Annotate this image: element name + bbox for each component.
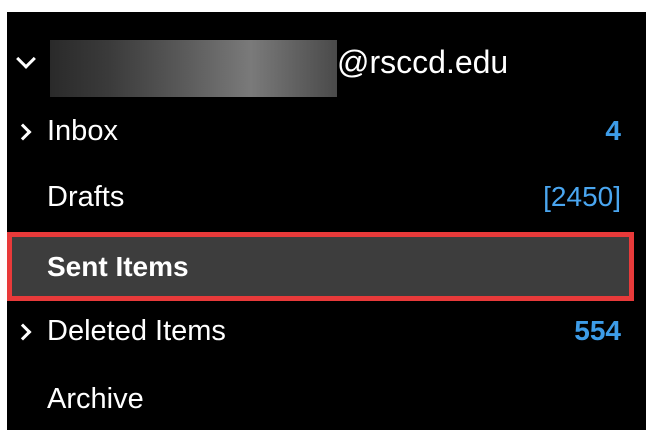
account-header[interactable]: @rsccd.edu <box>7 12 646 97</box>
folder-label: Inbox <box>47 115 118 147</box>
unread-count: 554 <box>574 315 621 346</box>
item-count: [2450] <box>543 181 621 212</box>
folder-label: Drafts <box>47 181 125 213</box>
folder-label: Archive <box>47 383 144 415</box>
unread-count: 4 <box>605 115 621 146</box>
folder-item-drafts[interactable]: Drafts [2450] <box>7 166 646 232</box>
chevron-right-icon[interactable] <box>14 323 32 341</box>
folder-label: Sent Items <box>47 251 189 282</box>
folder-label: Deleted Items <box>47 315 226 347</box>
folder-item-archive[interactable]: Archive <box>7 368 646 434</box>
folder-item-sent-items[interactable]: Sent Items <box>7 232 634 301</box>
account-email-domain: @rsccd.edu <box>337 44 509 80</box>
folder-item-deleted-items[interactable]: Deleted Items 554 <box>7 300 646 366</box>
chevron-down-icon[interactable] <box>16 49 36 69</box>
folder-item-inbox[interactable]: Inbox 4 <box>7 100 646 166</box>
chevron-right-icon[interactable] <box>14 123 32 141</box>
redacted-email-username <box>50 40 337 97</box>
folder-pane: @rsccd.edu Inbox 4 Drafts [2450] Sent It… <box>7 12 646 430</box>
